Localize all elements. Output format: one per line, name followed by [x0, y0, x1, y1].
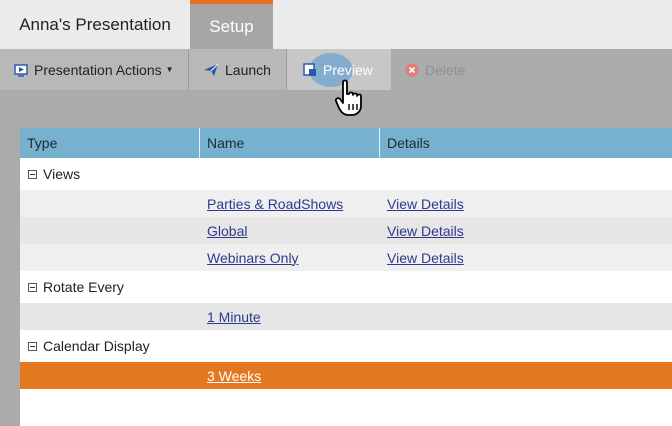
name-link[interactable]: Parties & RoadShows	[207, 196, 343, 212]
presentation-actions-button[interactable]: Presentation Actions ▼	[0, 49, 189, 90]
group-label: Views	[43, 166, 81, 182]
airplane-icon	[204, 63, 219, 76]
group-row-rotate-every[interactable]: Rotate Every	[20, 271, 672, 303]
delete-button[interactable]: Delete	[391, 49, 479, 90]
table-row[interactable]: Webinars Only View Details	[20, 244, 672, 271]
view-details-link[interactable]: View Details	[387, 250, 464, 266]
table-row-selected[interactable]: 3 Weeks	[20, 362, 672, 389]
tab-bar: Anna's Presentation Setup	[0, 0, 672, 49]
column-header-name[interactable]: Name	[200, 128, 380, 158]
presentation-settings-table: Type Name Details Views Parties & RoadSh…	[20, 128, 672, 426]
view-details-link[interactable]: View Details	[387, 223, 464, 239]
group-label: Calendar Display	[43, 338, 150, 354]
collapse-icon[interactable]	[28, 341, 37, 351]
table-row[interactable]: Parties & RoadShows View Details	[20, 190, 672, 217]
name-link[interactable]: 3 Weeks	[207, 368, 261, 384]
table-row[interactable]: Global View Details	[20, 217, 672, 244]
preview-label: Preview	[323, 61, 373, 78]
collapse-icon[interactable]	[28, 282, 37, 292]
tab-presentation-title[interactable]: Anna's Presentation	[0, 0, 190, 49]
presentation-icon	[14, 63, 28, 77]
group-row-views[interactable]: Views	[20, 158, 672, 190]
collapse-icon[interactable]	[28, 169, 37, 179]
launch-label: Launch	[225, 61, 271, 78]
chevron-down-icon: ▼	[165, 65, 174, 74]
column-header-details[interactable]: Details	[380, 128, 672, 158]
launch-button[interactable]: Launch	[189, 49, 287, 90]
hand-cursor-icon	[334, 79, 362, 116]
delete-icon	[405, 63, 419, 76]
column-header-type[interactable]: Type	[20, 128, 200, 158]
name-link[interactable]: 1 Minute	[207, 309, 261, 325]
group-row-calendar-display[interactable]: Calendar Display	[20, 330, 672, 362]
name-link[interactable]: Global	[207, 223, 247, 239]
preview-icon	[303, 62, 316, 76]
group-label: Rotate Every	[43, 279, 124, 295]
view-details-link[interactable]: View Details	[387, 196, 464, 212]
tab-setup[interactable]: Setup	[190, 0, 273, 49]
name-link[interactable]: Webinars Only	[207, 250, 299, 266]
presentation-actions-label: Presentation Actions	[34, 61, 162, 78]
table-row[interactable]: 1 Minute	[20, 303, 672, 330]
table-header: Type Name Details	[20, 128, 672, 158]
delete-label: Delete	[425, 61, 466, 78]
